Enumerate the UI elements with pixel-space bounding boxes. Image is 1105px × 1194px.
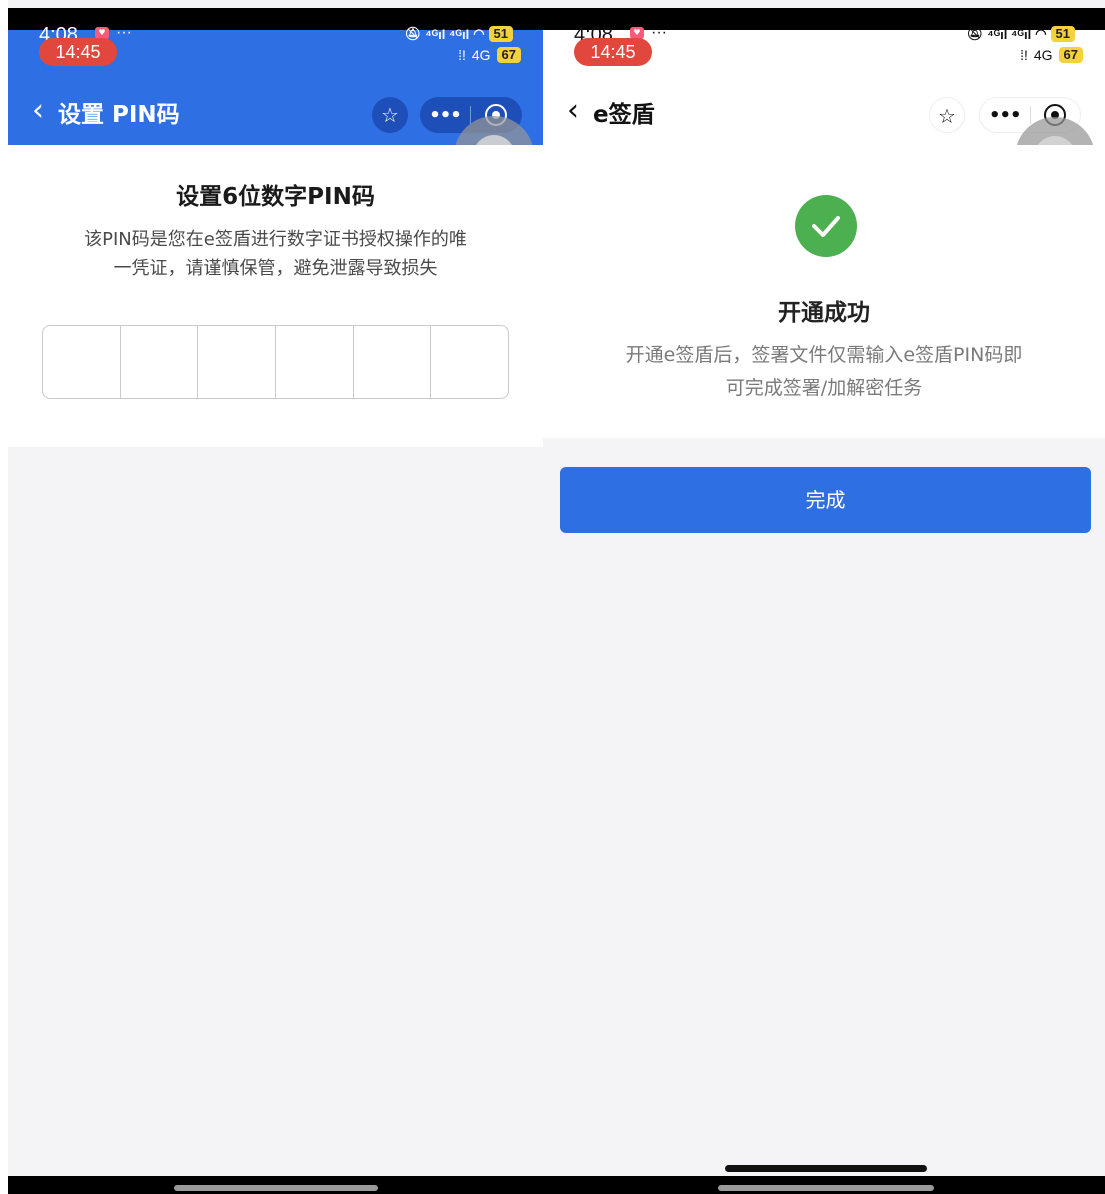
pin-description: 该PIN码是您在e签盾进行数字证书授权操作的唯一凭证，请谨慎保管，避免泄露导致损… (84, 229, 467, 279)
status-time-pill: 14:45 (39, 38, 117, 66)
star-icon: ☆ (938, 104, 956, 128)
battery-badge-bottom: 67 (496, 47, 521, 63)
notification-dots-icon: ··· (116, 24, 132, 41)
checkmark-icon (812, 216, 840, 237)
status-icons-bottom: ⁞! 4G 67 (458, 47, 521, 63)
pin-setup-screen: 4:08 ♥ ··· 14:45 🔕︎ ⁴ᴳıl ⁴ᴳıl ◠ 51 ⁞! 4G… (8, 0, 543, 1194)
signal-icon: ⁴ᴳıl ⁴ᴳıl (987, 26, 1032, 42)
battery-badge-top: 51 (488, 26, 513, 42)
bottom-black-bar (543, 1176, 1105, 1194)
mute-icon: 🔕︎ (404, 26, 422, 41)
wifi-icon: ◠ (1035, 26, 1047, 41)
pin-digit-box[interactable] (121, 326, 199, 398)
notification-dots-icon: ··· (651, 24, 667, 41)
more-button[interactable]: ••• (420, 105, 470, 126)
battery-badge-top: 51 (1050, 26, 1075, 42)
success-description: 开通e签盾后，签署文件仅需输入e签盾PIN码即可完成签署/加解密任务 (625, 344, 1023, 399)
back-chevron-icon[interactable]: ‹ (567, 96, 579, 126)
pin-form-card: 设置6位数字PIN码 该PIN码是您在e签盾进行数字证书授权操作的唯一凭证，请谨… (8, 145, 543, 447)
pin-digit-box[interactable] (431, 326, 508, 398)
mute-icon: 🔕︎ (966, 26, 984, 41)
page-title: e签盾 (593, 102, 655, 128)
success-card: 开通成功 开通e签盾后，签署文件仅需输入e签盾PIN码即可完成签署/加解密任务 (543, 145, 1105, 438)
bottom-black-bar (8, 1176, 543, 1194)
app-header: 4:08 ♥ ··· 14:45 🔕︎ ⁴ᴳıl ⁴ᴳıl ◠ 51 ⁞! 4G… (543, 24, 1105, 145)
signal-icon: ⁴ᴳıl ⁴ᴳıl (425, 26, 470, 42)
app-header: 4:08 ♥ ··· 14:45 🔕︎ ⁴ᴳıl ⁴ᴳıl ◠ 51 ⁞! 4G… (8, 24, 543, 145)
wifi-icon: ◠ (473, 26, 485, 41)
success-check-icon (795, 195, 857, 257)
success-title: 开通成功 (778, 300, 870, 326)
cellular-icon: ⁞! (458, 47, 466, 63)
pin-heading: 设置6位数字PIN码 (176, 184, 375, 210)
gesture-bar (725, 1165, 927, 1172)
pin-digit-box[interactable] (43, 326, 121, 398)
back-chevron-icon[interactable]: ‹ (32, 96, 44, 126)
network-type: 4G (471, 47, 491, 63)
pin-digit-box[interactable] (276, 326, 354, 398)
pin-digit-box[interactable] (354, 326, 432, 398)
cellular-icon: ⁞! (1020, 47, 1028, 63)
page-title: 设置 PIN码 (58, 102, 180, 128)
pin-input[interactable] (42, 325, 509, 399)
status-icons-top: 🔕︎ ⁴ᴳıl ⁴ᴳıl ◠ 51 (967, 26, 1075, 42)
more-button[interactable]: ••• (980, 105, 1030, 126)
more-dots-icon: ••• (988, 104, 1022, 126)
status-time-pill: 14:45 (574, 38, 652, 66)
more-dots-icon: ••• (429, 104, 462, 126)
done-button[interactable]: 完成 (560, 467, 1091, 533)
network-type: 4G (1033, 47, 1053, 63)
star-icon: ☆ (381, 103, 399, 127)
favorite-button[interactable]: ☆ (929, 97, 965, 133)
status-icons-bottom: ⁞! 4G 67 (1020, 47, 1083, 63)
status-icons-top: 🔕︎ ⁴ᴳıl ⁴ᴳıl ◠ 51 (405, 26, 513, 42)
pin-digit-box[interactable] (198, 326, 277, 398)
activation-success-screen: 4:08 ♥ ··· 14:45 🔕︎ ⁴ᴳıl ⁴ᴳıl ◠ 51 ⁞! 4G… (543, 0, 1105, 1194)
home-indicator (174, 1185, 378, 1191)
battery-badge-bottom: 67 (1058, 47, 1083, 63)
home-indicator (718, 1185, 934, 1191)
favorite-button[interactable]: ☆ (372, 97, 408, 133)
